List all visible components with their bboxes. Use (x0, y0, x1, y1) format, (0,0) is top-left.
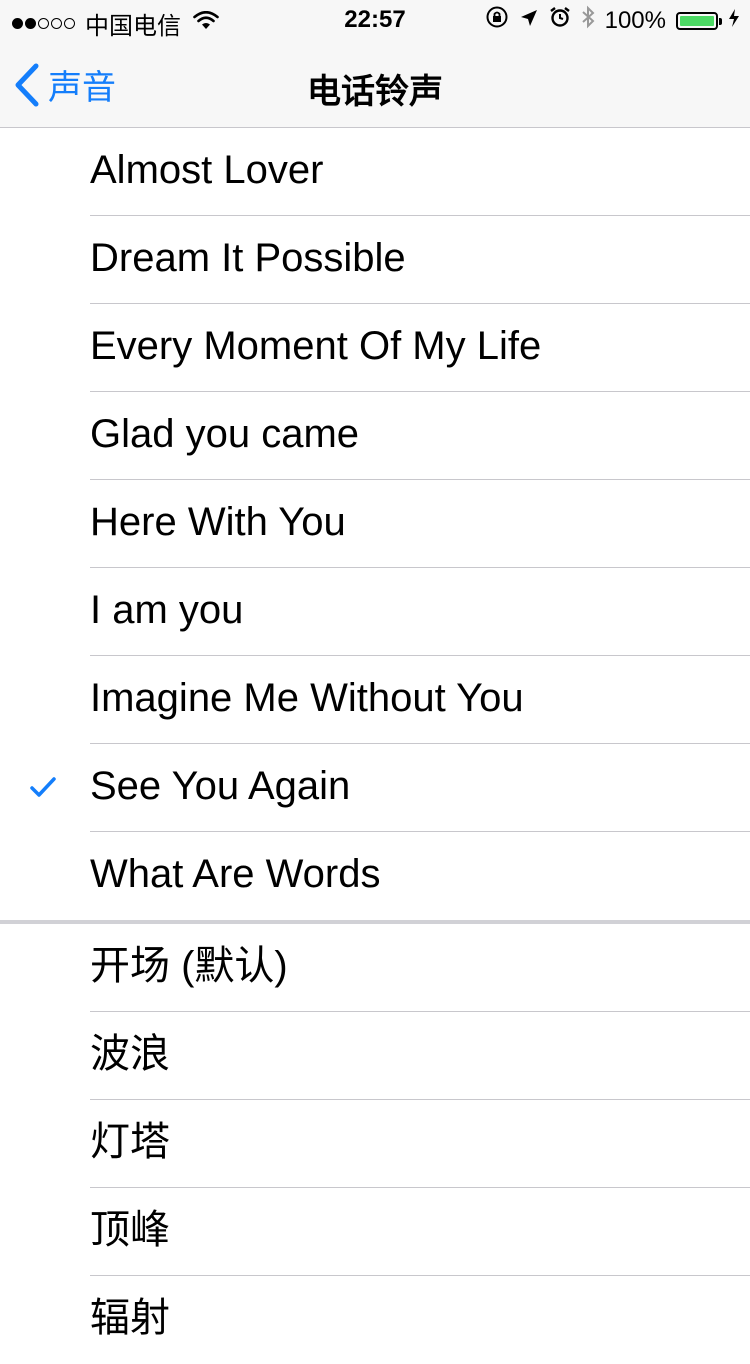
location-icon (519, 7, 539, 35)
ringtone-label: Almost Lover (90, 148, 324, 192)
ringtone-label: 开场 (默认) (90, 944, 288, 988)
ringtone-label: Here With You (90, 500, 346, 544)
battery-percentage: 100% (604, 6, 666, 34)
ringtone-row[interactable]: 开场 (默认) (0, 924, 750, 1012)
ringtone-row[interactable]: What Are Words (0, 832, 750, 920)
bluetooth-icon (581, 5, 595, 36)
navigation-bar: 声音 电话铃声 (0, 40, 750, 128)
status-right: 100% (475, 5, 740, 36)
ringtone-row[interactable]: Glad you came (0, 392, 750, 480)
ringtone-label: 顶峰 (90, 1208, 170, 1252)
ringtone-row[interactable]: Here With You (0, 480, 750, 568)
ringtone-label: Glad you came (90, 412, 360, 456)
ringtone-list: Almost Lover Dream It Possible Every Momen… (0, 128, 750, 1364)
ringtone-row[interactable]: 顶峰 (0, 1188, 750, 1276)
ringtone-row[interactable]: 波浪 (0, 1012, 750, 1100)
page-title: 电话铃声 (307, 73, 443, 111)
ringtone-label: See You Again (90, 764, 351, 808)
ringtone-label: 灯塔 (90, 1120, 170, 1164)
ringtone-label: I am you (90, 588, 244, 632)
orientation-lock-icon (485, 5, 509, 36)
ringtone-label: What Are Words (90, 852, 381, 896)
ringtone-row[interactable]: Almost Lover (0, 128, 750, 216)
ringtone-row[interactable]: Imagine Me Without You (0, 656, 750, 744)
ringtone-row[interactable]: Dream It Possible (0, 216, 750, 304)
builtin-ringtones-section: 开场 (默认) 波浪灯塔顶峰辐射 (0, 924, 750, 1364)
alarm-icon (549, 6, 571, 35)
ringtone-label: 波浪 (90, 1032, 170, 1076)
ringtone-row[interactable]: See You Again (0, 744, 750, 832)
ringtone-label: Imagine Me Without You (90, 676, 524, 720)
ringtone-row[interactable]: Every Moment Of My Life (0, 304, 750, 392)
custom-ringtones-section: Almost Lover Dream It Possible Every Momen… (0, 128, 750, 920)
ringtone-row[interactable]: I am you (0, 568, 750, 656)
ringtone-label: 辐射 (90, 1296, 170, 1340)
status-bar: 中国电信 22:57 100% (0, 0, 750, 40)
checkmark-icon (30, 776, 56, 803)
battery-fill (680, 15, 714, 26)
battery-icon (676, 11, 722, 30)
ringtone-label: Dream It Possible (90, 236, 406, 280)
ringtone-row[interactable]: 辐射 (0, 1276, 750, 1364)
charging-icon (728, 7, 740, 35)
ringtone-row[interactable]: 灯塔 (0, 1100, 750, 1188)
ringtone-label: Every Moment Of My Life (90, 324, 542, 368)
